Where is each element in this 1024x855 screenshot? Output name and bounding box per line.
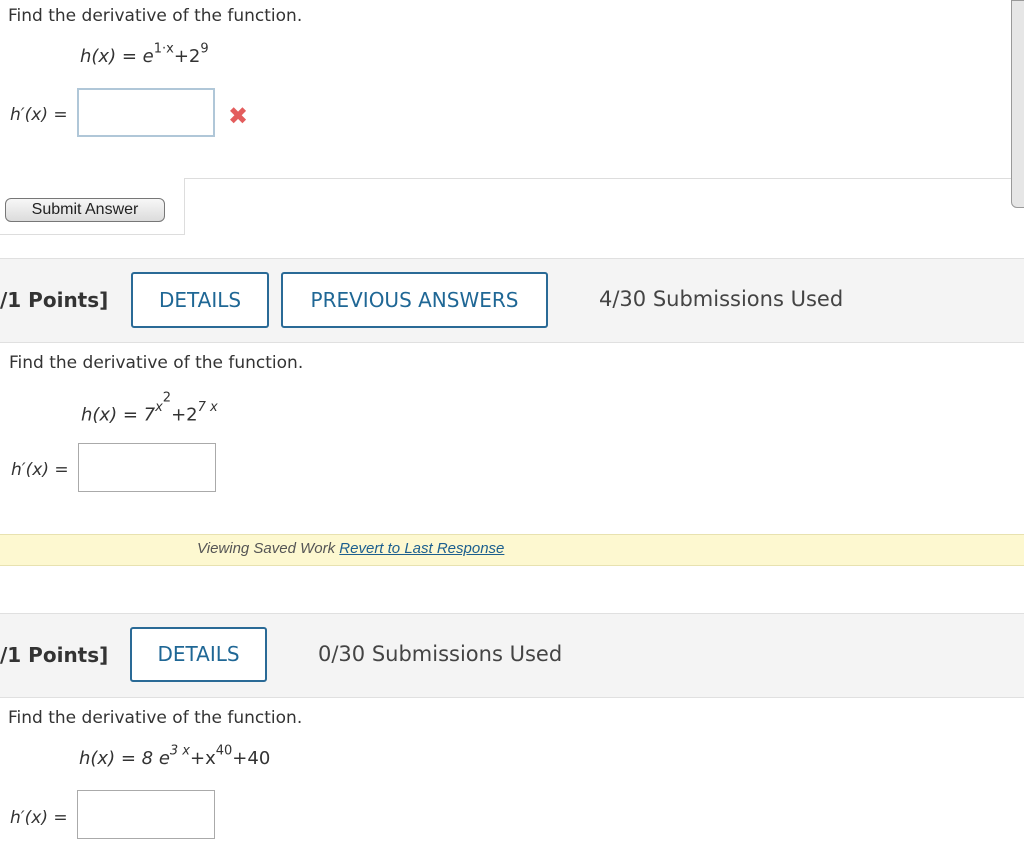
q2-eq-exp3: 7 x (197, 399, 218, 415)
submit-panel-top-line (184, 178, 1024, 179)
submit-answer-button[interactable]: Submit Answer (5, 198, 165, 222)
q1-eq-mid: +2 (173, 46, 201, 67)
q3-answer-label-rest: ′(x) = (20, 808, 68, 828)
q3-points: /1 Points] (0, 643, 109, 667)
q2-eq-lhs: h(x) = 7 (81, 404, 156, 426)
q3-eq-exp: 3 x (169, 743, 190, 759)
q2-equation: h(x) = 7x2+27 x (81, 391, 218, 426)
q2-prompt: Find the derivative of the function. (9, 353, 304, 373)
q2-eq-exp-x: x (155, 399, 163, 415)
q2-answer-label-h: h (11, 460, 22, 480)
q3-eq-exp2: 40 (215, 743, 233, 759)
q1-eq-lhs: h(x) = (80, 46, 143, 67)
q2-points: /1 Points] (0, 288, 109, 312)
q1-answer-label-h: h (10, 105, 21, 125)
q2-details-button[interactable]: DETAILS (131, 272, 269, 328)
incorrect-x-icon: ✖ (228, 102, 249, 130)
q3-details-button[interactable]: DETAILS (130, 627, 267, 682)
q3-answer-input[interactable] (77, 790, 215, 839)
revert-to-last-response-link[interactable]: Revert to Last Response (339, 540, 504, 557)
q3-eq-lhs: h(x) = 8 (79, 748, 159, 769)
q1-prompt: Find the derivative of the function. (8, 6, 303, 26)
saved-work-banner (0, 534, 1024, 566)
q2-eq-exp-2: 2 (162, 390, 172, 405)
q3-answer-label-h: h (10, 808, 21, 828)
q2-previous-answers-button[interactable]: PREVIOUS ANSWERS (281, 272, 548, 328)
q2-answer-label-rest: ′(x) = (21, 460, 69, 480)
q2-eq-mid: +2 (171, 404, 198, 426)
scrollbar-thumb[interactable] (1011, 0, 1024, 208)
q1-answer-label: h′(x) = (10, 105, 68, 125)
q1-eq-exp: 1·x (153, 41, 174, 57)
q2-submissions: 4/30 Submissions Used (599, 287, 844, 311)
q1-equation: h(x) = e1·x+29 (80, 42, 209, 67)
q3-eq-mid: +x (190, 748, 216, 769)
q1-eq-exp2: 9 (200, 41, 209, 57)
q1-eq-base: e (142, 46, 154, 67)
q3-eq-base: e (158, 748, 170, 769)
saved-work-label: Viewing Saved Work (197, 540, 340, 557)
q3-prompt: Find the derivative of the function. (8, 708, 303, 728)
q2-answer-label: h′(x) = (11, 460, 69, 480)
q1-answer-label-rest: ′(x) = (20, 105, 68, 125)
q3-answer-label: h′(x) = (10, 808, 68, 828)
saved-work-text: Viewing Saved Work Revert to Last Respon… (197, 540, 504, 557)
q2-answer-input[interactable] (78, 443, 216, 492)
q3-submissions: 0/30 Submissions Used (318, 642, 563, 666)
q3-equation: h(x) = 8 e3 x+x40+40 (79, 744, 271, 769)
q3-eq-tail: +40 (232, 748, 271, 769)
q1-answer-input[interactable] (77, 88, 215, 137)
submit-panel-divider (184, 178, 185, 235)
